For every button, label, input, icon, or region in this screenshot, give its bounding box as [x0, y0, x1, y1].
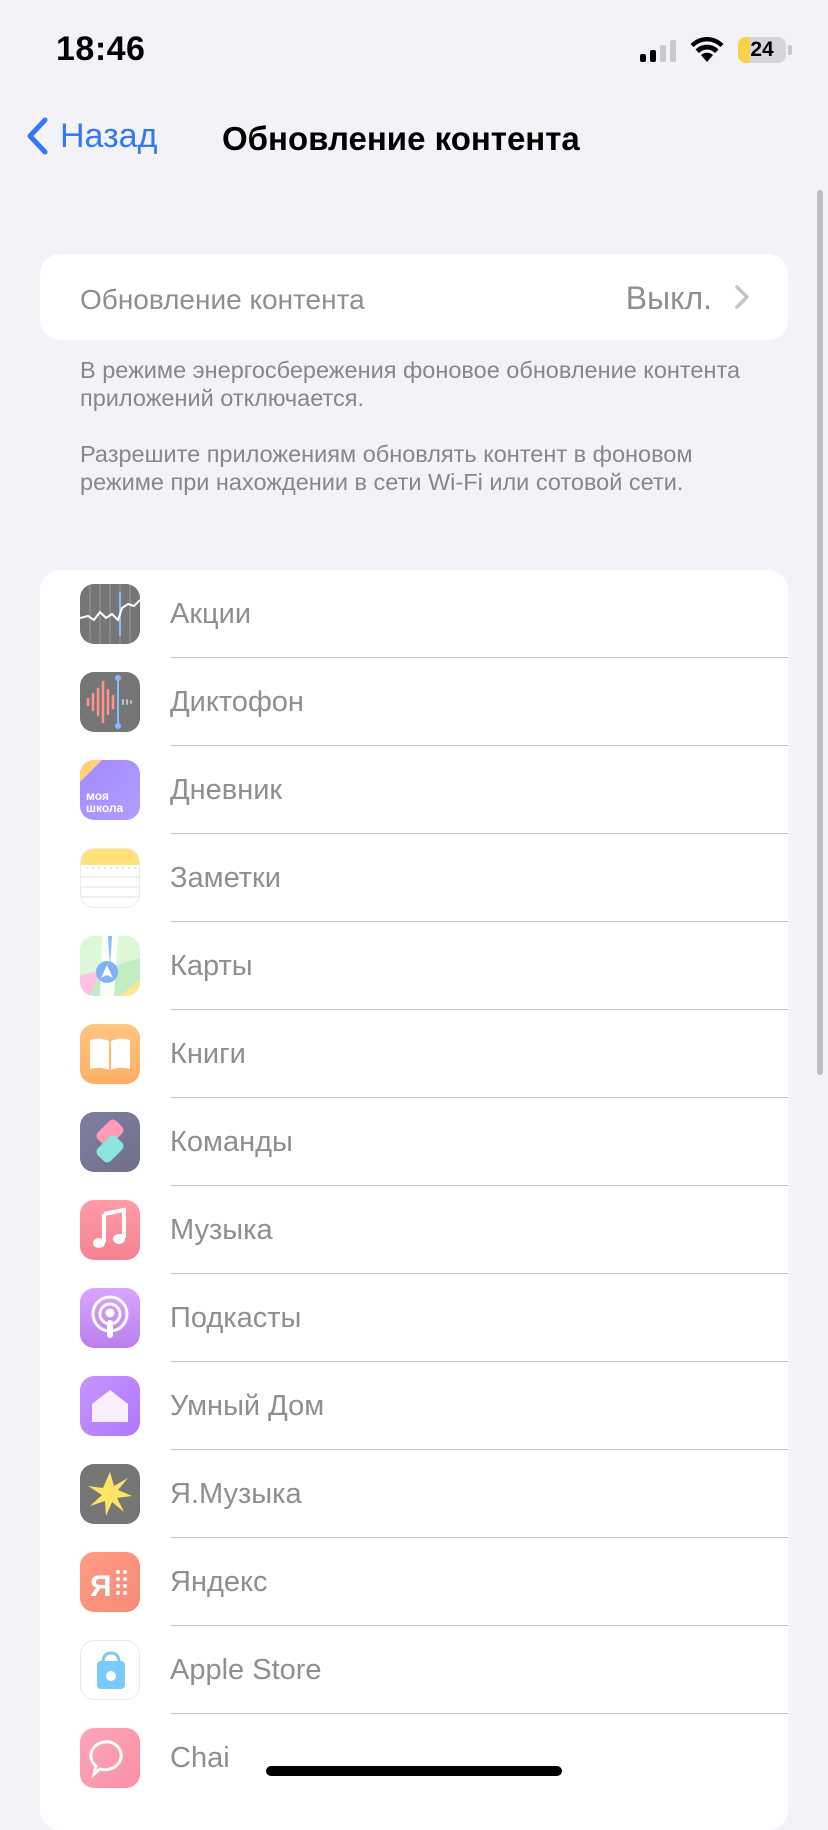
app-name: Apple Store	[170, 1654, 322, 1686]
stocks-icon	[80, 584, 140, 644]
app-name: Подкасты	[170, 1302, 302, 1334]
app-row-voice-memos[interactable]: Диктофон	[40, 658, 788, 746]
app-row-music[interactable]: Музыка	[40, 1186, 788, 1274]
moya-shkola-icon: моя школа	[80, 760, 140, 820]
battery-icon: 24	[738, 37, 786, 63]
app-row-smart-home[interactable]: Умный Дом	[40, 1362, 788, 1450]
app-name: Карты	[170, 950, 253, 982]
apps-list: Акции Диктофон моя школа Дневник Заметки…	[40, 570, 788, 1830]
app-name: Заметки	[170, 862, 281, 894]
status-time: 18:46	[56, 30, 146, 68]
app-name: Chai	[170, 1742, 230, 1774]
status-indicators: 24	[640, 33, 792, 67]
maps-icon	[80, 936, 140, 996]
app-row-podcasts[interactable]: Подкасты	[40, 1274, 788, 1362]
app-name: Музыка	[170, 1214, 273, 1246]
wifi-icon	[690, 37, 724, 62]
scrollbar[interactable]	[817, 190, 823, 1075]
back-label: Назад	[60, 116, 158, 155]
app-row-shortcuts[interactable]: Команды	[40, 1098, 788, 1186]
app-row-yandex-music[interactable]: Я.Музыка	[40, 1450, 788, 1538]
yandex-music-icon	[80, 1464, 140, 1524]
app-name: Яндекс	[170, 1566, 268, 1598]
chevron-right-icon	[735, 285, 749, 309]
app-row-books[interactable]: Книги	[40, 1010, 788, 1098]
chevron-left-icon	[27, 117, 48, 155]
footnote-allow-apps: Разрешите приложениям обновлять контент …	[80, 441, 693, 495]
app-row-yandex[interactable]: Я Яндекс	[40, 1538, 788, 1626]
app-name: Умный Дом	[170, 1390, 325, 1422]
voice-memos-icon	[80, 672, 140, 732]
app-name: Дневник	[170, 774, 283, 806]
notes-icon	[80, 848, 140, 908]
yandex-icon: Я	[80, 1552, 140, 1612]
setting-label: Обновление контента	[80, 284, 365, 315]
app-row-chai[interactable]: Chai	[40, 1714, 788, 1802]
page-title: Обновление контента	[222, 120, 580, 157]
shortcuts-icon	[80, 1112, 140, 1172]
app-name: Книги	[170, 1038, 246, 1070]
smart-home-icon	[80, 1376, 140, 1436]
back-button[interactable]: Назад	[24, 116, 157, 156]
music-icon	[80, 1200, 140, 1260]
chai-icon	[80, 1728, 140, 1788]
apple-store-icon	[80, 1640, 140, 1700]
app-row-maps[interactable]: Карты	[40, 922, 788, 1010]
app-row-stocks[interactable]: Акции	[40, 570, 788, 658]
app-row-apple-store[interactable]: Apple Store	[40, 1626, 788, 1714]
podcasts-icon	[80, 1288, 140, 1348]
app-name: Акции	[170, 598, 252, 630]
svg-text:школа: школа	[86, 801, 124, 815]
app-name: Команды	[170, 1126, 293, 1158]
app-row-diary[interactable]: моя школа Дневник	[40, 746, 788, 834]
books-icon	[80, 1024, 140, 1084]
setting-value: Выкл.	[625, 280, 712, 316]
background-refresh-setting[interactable]: Обновление контента Выкл.	[40, 254, 788, 340]
battery-percent: 24	[750, 38, 774, 61]
app-name: Я.Музыка	[170, 1478, 302, 1510]
home-indicator[interactable]	[266, 1766, 562, 1776]
cellular-signal-icon	[640, 38, 676, 62]
app-name: Диктофон	[170, 686, 304, 718]
svg-text:Я: Я	[90, 1570, 112, 1603]
footnote-low-power: В режиме энергосбережения фоновое обновл…	[80, 357, 741, 411]
app-row-notes[interactable]: Заметки	[40, 834, 788, 922]
